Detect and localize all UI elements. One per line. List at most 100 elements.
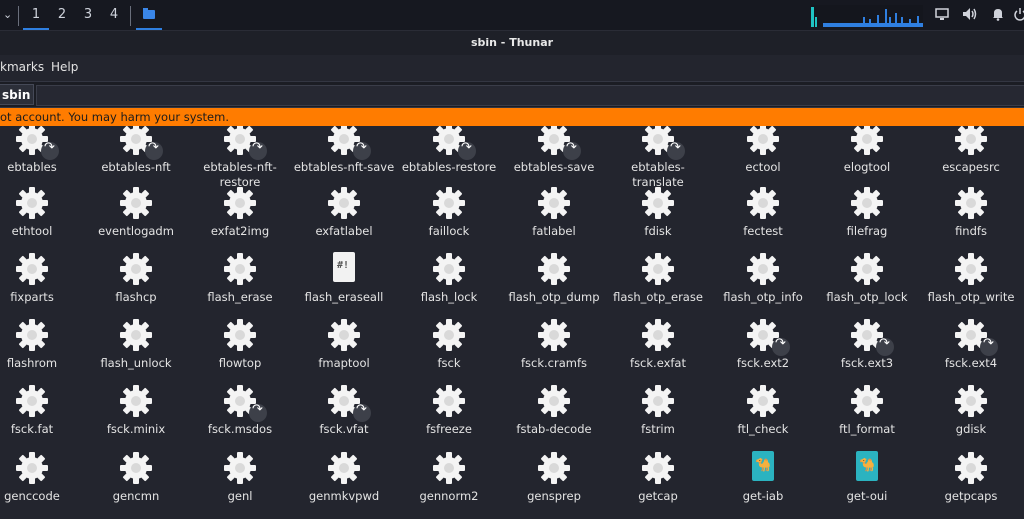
taskbar-thunar-folder-icon[interactable] [136, 0, 162, 30]
file-item[interactable]: fsck.exfat [606, 318, 710, 371]
file-item[interactable]: get-oui [815, 451, 919, 504]
executable-gear-icon [223, 252, 257, 286]
file-name: flash_lock [420, 290, 478, 304]
file-name: escapesrc [942, 160, 1000, 174]
file-item[interactable]: flash_otp_lock [815, 252, 919, 305]
path-button-sbin[interactable]: sbin [0, 84, 34, 105]
workspace-4[interactable]: 4 [101, 0, 127, 30]
file-item[interactable]: ectool [711, 126, 815, 175]
executable-gear-icon [746, 384, 780, 418]
executable-gear-icon [432, 451, 466, 485]
file-name: ebtables-save [513, 160, 595, 174]
file-item[interactable]: fsck.cramfs [502, 318, 606, 371]
file-name: fsck.cramfs [520, 356, 588, 370]
file-item[interactable]: flashrom [0, 318, 84, 371]
file-name: fatlabel [532, 224, 576, 238]
file-item[interactable]: ebtables [0, 126, 84, 175]
file-item[interactable]: flash_lock [397, 252, 501, 305]
file-item[interactable]: fsfreeze [397, 384, 501, 437]
file-item[interactable]: flash_otp_erase [606, 252, 710, 305]
file-item[interactable]: flash_otp_info [711, 252, 815, 305]
volume-icon[interactable] [962, 7, 978, 23]
file-item[interactable]: ebtables-restore [397, 126, 501, 175]
file-item[interactable]: ftl_check [711, 384, 815, 437]
window-title: sbin - Thunar [0, 31, 1024, 55]
executable-gear-icon [327, 318, 361, 352]
file-item[interactable]: escapesrc [919, 126, 1023, 175]
file-item[interactable]: fsck.ext4 [919, 318, 1023, 371]
file-item[interactable]: fixparts [0, 252, 84, 305]
file-item[interactable]: ebtables-save [502, 126, 606, 175]
symlink-arrow-icon [249, 140, 267, 160]
executable-gear-icon [537, 384, 571, 418]
bell-icon[interactable] [990, 7, 1006, 23]
file-item[interactable]: fdisk [606, 186, 710, 239]
executable-gear-icon [537, 126, 581, 160]
file-item[interactable]: elogtool [815, 126, 919, 175]
file-item[interactable]: fstrim [606, 384, 710, 437]
file-item[interactable]: exfatlabel [292, 186, 396, 239]
file-item[interactable]: ebtables-nft [84, 126, 188, 175]
menu-help[interactable]: Help [51, 60, 78, 74]
file-item[interactable]: genl [188, 451, 292, 504]
file-item[interactable]: getpcaps [919, 451, 1023, 504]
file-item[interactable]: flash_otp_dump [502, 252, 606, 305]
file-item[interactable]: fstab-decode [502, 384, 606, 437]
display-icon[interactable] [934, 7, 950, 23]
executable-gear-icon [537, 186, 571, 220]
perl-script-icon [850, 451, 884, 485]
file-item[interactable]: fsck.vfat [292, 384, 396, 437]
file-item[interactable]: fatlabel [502, 186, 606, 239]
file-item[interactable]: ebtables-nft-restore [188, 126, 292, 190]
file-item[interactable]: findfs [919, 186, 1023, 239]
file-item[interactable]: fsck.minix [84, 384, 188, 437]
file-item[interactable]: filefrag [815, 186, 919, 239]
file-item[interactable]: flowtop [188, 318, 292, 371]
file-item[interactable]: fectest [711, 186, 815, 239]
menu-bookmarks[interactable]: kmarks [0, 60, 44, 74]
file-name: fsck.exfat [630, 356, 686, 370]
file-item[interactable]: flash_eraseall [292, 252, 396, 305]
file-item[interactable]: flash_unlock [84, 318, 188, 371]
shell-script-icon [327, 252, 361, 286]
file-name: filefrag [846, 224, 888, 238]
file-item[interactable]: fsck.ext2 [711, 318, 815, 371]
file-item[interactable]: ftl_format [815, 384, 919, 437]
file-item[interactable]: genccode [0, 451, 84, 504]
file-item[interactable]: gennorm2 [397, 451, 501, 504]
file-item[interactable]: flashcp [84, 252, 188, 305]
file-name: fsck.vfat [319, 422, 369, 436]
executable-gear-icon [954, 186, 988, 220]
file-item[interactable]: fsck.ext3 [815, 318, 919, 371]
file-item[interactable]: faillock [397, 186, 501, 239]
workspace-3[interactable]: 3 [75, 0, 101, 30]
file-item[interactable]: fsck.msdos [188, 384, 292, 437]
file-item[interactable]: fmaptool [292, 318, 396, 371]
file-item[interactable]: fsck [397, 318, 501, 371]
file-item[interactable]: flash_otp_write [919, 252, 1023, 305]
executable-gear-icon [850, 186, 884, 220]
file-item[interactable]: get-iab [711, 451, 815, 504]
executable-gear-icon [746, 126, 780, 156]
workspace-1[interactable]: 1 [23, 0, 49, 30]
file-name: genmkvpwd [308, 489, 380, 503]
file-item[interactable]: gencmn [84, 451, 188, 504]
file-name: flashrom [6, 356, 58, 370]
file-item[interactable]: gensprep [502, 451, 606, 504]
file-item[interactable]: eventlogadm [84, 186, 188, 239]
file-item[interactable]: flash_erase [188, 252, 292, 305]
file-name: exfat2img [210, 224, 270, 238]
file-name: getpcaps [944, 489, 998, 503]
file-item[interactable]: fsck.fat [0, 384, 84, 437]
chevron-down-icon[interactable]: ⌄ [3, 8, 12, 21]
power-icon[interactable] [1012, 7, 1024, 23]
file-item[interactable]: gdisk [919, 384, 1023, 437]
file-item[interactable]: ethtool [0, 186, 84, 239]
file-item[interactable]: ebtables-nft-save [292, 126, 396, 175]
file-item[interactable]: getcap [606, 451, 710, 504]
workspace-2[interactable]: 2 [49, 0, 75, 30]
file-item[interactable]: genmkvpwd [292, 451, 396, 504]
file-item[interactable]: exfat2img [188, 186, 292, 239]
executable-gear-icon [641, 451, 675, 485]
file-item[interactable]: ebtables-translate [606, 126, 710, 190]
